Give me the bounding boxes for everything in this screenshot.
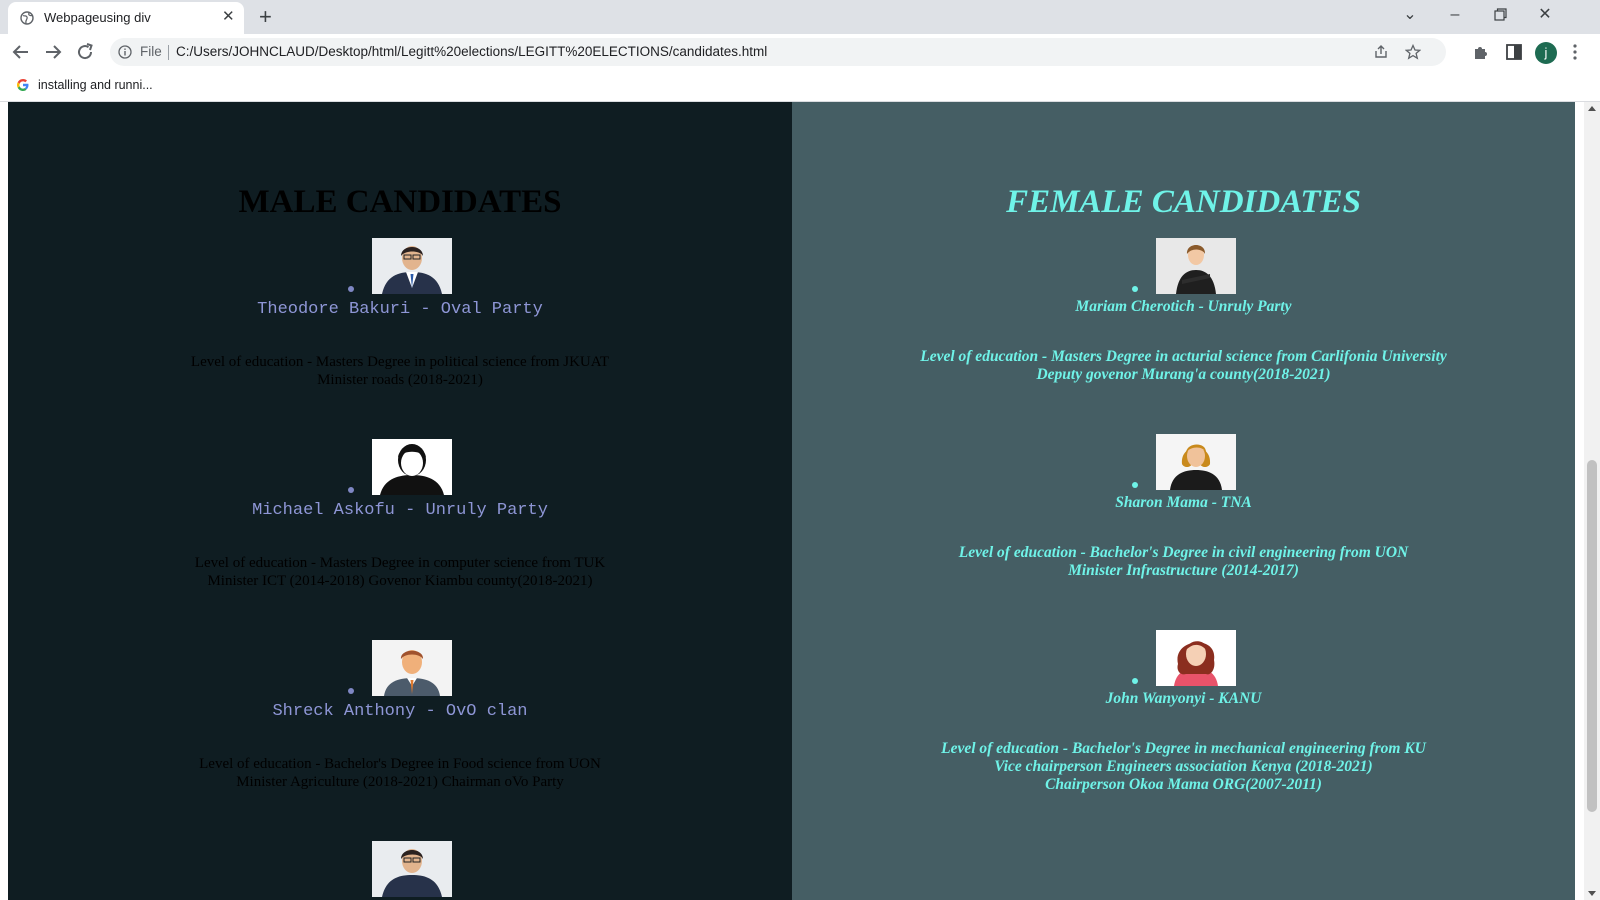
male-candidates-panel: MALE CANDIDATES Theodore Bakuri - Oval P…: [8, 102, 792, 900]
bookmark-star-icon[interactable]: [1405, 44, 1421, 60]
new-tab-icon[interactable]: +: [259, 4, 272, 30]
omnibox-divider: [168, 45, 169, 60]
tab-title: Webpageusing div: [44, 10, 151, 25]
side-panel-icon[interactable]: [1505, 43, 1523, 61]
more-menu-icon[interactable]: [1572, 43, 1578, 61]
candidate-education: Level of education - Masters Degree in a…: [920, 348, 1447, 365]
share-icon[interactable]: [1373, 44, 1389, 60]
list-bullet: [348, 688, 354, 694]
candidate-photo: [1156, 238, 1236, 294]
list-bullet: [1132, 286, 1138, 292]
list-bullet: [348, 487, 354, 493]
candidate-positions: Deputy govenor Murang'a county(2018-2021…: [1036, 366, 1331, 383]
scroll-up-arrow-icon[interactable]: [1588, 106, 1596, 111]
address-bar[interactable]: File C:/Users/JOHNCLAUD/Desktop/html/Leg…: [110, 38, 1446, 66]
scrollbar-thumb[interactable]: [1587, 460, 1597, 812]
url-scheme-label: File: [140, 44, 162, 59]
candidate-education: Level of education - Bachelor's Degree i…: [958, 544, 1409, 561]
browser-toolbar: File C:/Users/JOHNCLAUD/Desktop/html/Leg…: [0, 34, 1600, 70]
candidate-education: Level of education - Bachelor's Degree i…: [941, 740, 1426, 757]
close-tab-icon[interactable]: ✕: [222, 9, 235, 25]
list-bullet: [1132, 482, 1138, 488]
candidate-photo: [372, 238, 452, 294]
female-candidates-heading: FEMALE CANDIDATES: [1006, 184, 1361, 220]
candidate-education: Level of education - Bachelor's Degree i…: [199, 756, 601, 772]
page-scrollbar[interactable]: [1584, 102, 1600, 900]
scroll-down-arrow-icon[interactable]: [1588, 891, 1596, 896]
close-window-icon[interactable]: ✕: [1533, 4, 1557, 26]
candidate-photo: [372, 841, 452, 897]
list-bullet: [348, 286, 354, 292]
candidate-positions-extra: Chairperson Okoa Mama ORG(2007-2011): [1045, 776, 1322, 793]
restore-icon[interactable]: [1488, 8, 1512, 22]
extensions-puzzle-icon[interactable]: [1472, 43, 1490, 61]
candidate-photo: [372, 439, 452, 495]
browser-tab[interactable]: Webpageusing div ✕: [8, 2, 244, 34]
profile-avatar[interactable]: j: [1535, 42, 1557, 64]
page-viewport: MALE CANDIDATES Theodore Bakuri - Oval P…: [0, 102, 1600, 900]
list-bullet: [1132, 678, 1138, 684]
reload-icon[interactable]: [73, 40, 97, 64]
candidate-name: Michael Askofu - Unruly Party: [252, 501, 548, 520]
candidate-photo: [1156, 630, 1236, 686]
url-text[interactable]: C:/Users/JOHNCLAUD/Desktop/html/Legitt%2…: [176, 44, 767, 59]
globe-icon: [20, 11, 34, 25]
candidate-name: John Wanyonyi - KANU: [1105, 690, 1262, 707]
candidate-positions: Minister Infrastructure (2014-2017): [1068, 562, 1299, 579]
candidate-photo: [372, 640, 452, 696]
bookmarks-bar: installing and runni...: [0, 70, 1600, 102]
google-g-icon: [17, 79, 29, 91]
candidate-positions: Minister Agriculture (2018-2021) Chairma…: [236, 774, 564, 790]
candidate-positions: Minister ICT (2014-2018) Govenor Kiambu …: [207, 573, 593, 589]
candidate-name: Mariam Cherotich - Unruly Party: [1075, 298, 1292, 315]
back-arrow-icon[interactable]: [9, 40, 33, 64]
forward-arrow-icon[interactable]: [41, 40, 65, 64]
candidate-name: Shreck Anthony - OvO clan: [272, 702, 528, 721]
candidate-name: Theodore Bakuri - Oval Party: [257, 300, 543, 319]
tab-search-icon[interactable]: ⌄: [1398, 4, 1422, 26]
tab-strip: Webpageusing div ✕ + ⌄ – ✕: [0, 0, 1600, 34]
candidate-education: Level of education - Masters Degree in c…: [194, 555, 606, 571]
candidate-education: Level of education - Masters Degree in p…: [190, 354, 610, 370]
candidate-photo: [1156, 434, 1236, 490]
minimize-icon[interactable]: –: [1443, 4, 1467, 26]
candidate-positions: Vice chairperson Engineers association K…: [994, 758, 1373, 775]
bookmark-label: installing and runni...: [38, 78, 153, 92]
male-candidates-heading: MALE CANDIDATES: [238, 184, 562, 220]
candidate-name: Sharon Mama - TNA: [1115, 494, 1252, 511]
candidate-positions: Minister roads (2018-2021): [317, 372, 483, 388]
female-candidates-panel: FEMALE CANDIDATES Mariam Cherotich - Unr…: [792, 102, 1575, 900]
info-icon[interactable]: [118, 45, 132, 59]
